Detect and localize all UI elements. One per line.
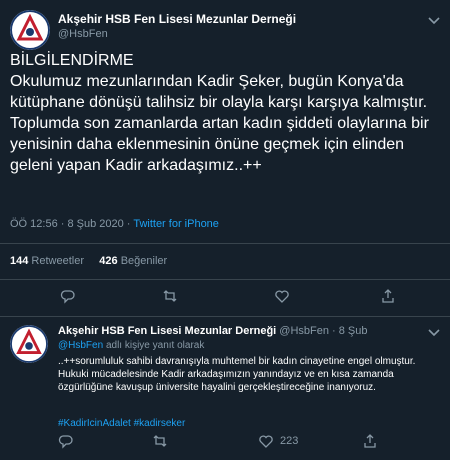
replying-to: @HsbFen adlı kişiye yanıt olarak	[58, 340, 204, 351]
reply-like-count: 223	[280, 435, 299, 447]
retweet-button[interactable]	[162, 288, 178, 304]
divider	[0, 316, 450, 317]
tweet-meta: ÖÖ 12:56 · 8 Şub 2020 · Twitter for iPho…	[10, 218, 219, 230]
tweet-stats: 144 Retweetler 426 Beğeniler	[10, 255, 167, 267]
like-icon	[275, 290, 289, 303]
author-handle[interactable]: @HsbFen	[58, 28, 108, 40]
reply-button[interactable]	[60, 288, 76, 304]
chevron-down-icon[interactable]	[426, 324, 442, 340]
retweets-label: Retweetler	[31, 255, 84, 267]
replying-mention[interactable]: @HsbFen	[58, 340, 103, 351]
likes-stat[interactable]: 426 Beğeniler	[99, 255, 167, 267]
reply-icon	[60, 290, 75, 304]
source-link[interactable]: Twitter for iPhone	[133, 218, 219, 230]
share-button[interactable]	[380, 288, 396, 304]
reply-text: ..++sorumluluk sahibi davranışıyla muhte…	[58, 356, 416, 393]
retweet-icon	[153, 435, 167, 447]
like-icon	[259, 435, 273, 448]
timestamp[interactable]: ÖÖ 12:56 · 8 Şub 2020 ·	[10, 218, 130, 230]
reply-author-handle[interactable]: @HsbFen · 8 Şub	[279, 325, 367, 337]
like-button[interactable]: 223	[258, 433, 298, 449]
likes-count: 426	[99, 255, 118, 267]
tweet-actions	[0, 288, 450, 308]
replying-label: adlı kişiye yanıt olarak	[105, 340, 205, 351]
tweet-text: BİLGİLENDİRME Okulumuz mezunlarından Kad…	[10, 52, 429, 174]
reply-actions: 223	[0, 433, 450, 453]
likes-label: Beğeniler	[120, 255, 168, 267]
divider	[0, 279, 450, 280]
reply-avatar[interactable]	[10, 325, 48, 363]
share-icon	[382, 289, 394, 303]
avatar[interactable]	[10, 10, 50, 50]
retweets-count: 144	[10, 255, 29, 267]
like-button[interactable]	[274, 288, 290, 304]
reply-author-name[interactable]: Akşehir HSB Fen Lisesi Mezunlar Derneği	[58, 325, 276, 337]
reply-button[interactable]	[58, 433, 74, 449]
share-button[interactable]	[362, 433, 378, 449]
retweet-button[interactable]	[152, 433, 168, 449]
divider	[0, 243, 450, 244]
author-name[interactable]: Akşehir HSB Fen Lisesi Mezunlar Derneği	[58, 12, 296, 26]
reply-hashtags[interactable]: #KadirIcinAdalet #kadirseker	[58, 418, 185, 429]
retweet-icon	[163, 290, 177, 302]
retweets-stat[interactable]: 144 Retweetler	[10, 255, 84, 267]
reply-icon	[58, 435, 73, 449]
chevron-down-icon[interactable]	[426, 12, 442, 28]
reply-header: Akşehir HSB Fen Lisesi Mezunlar Derneği …	[58, 325, 368, 337]
share-icon	[364, 434, 376, 448]
